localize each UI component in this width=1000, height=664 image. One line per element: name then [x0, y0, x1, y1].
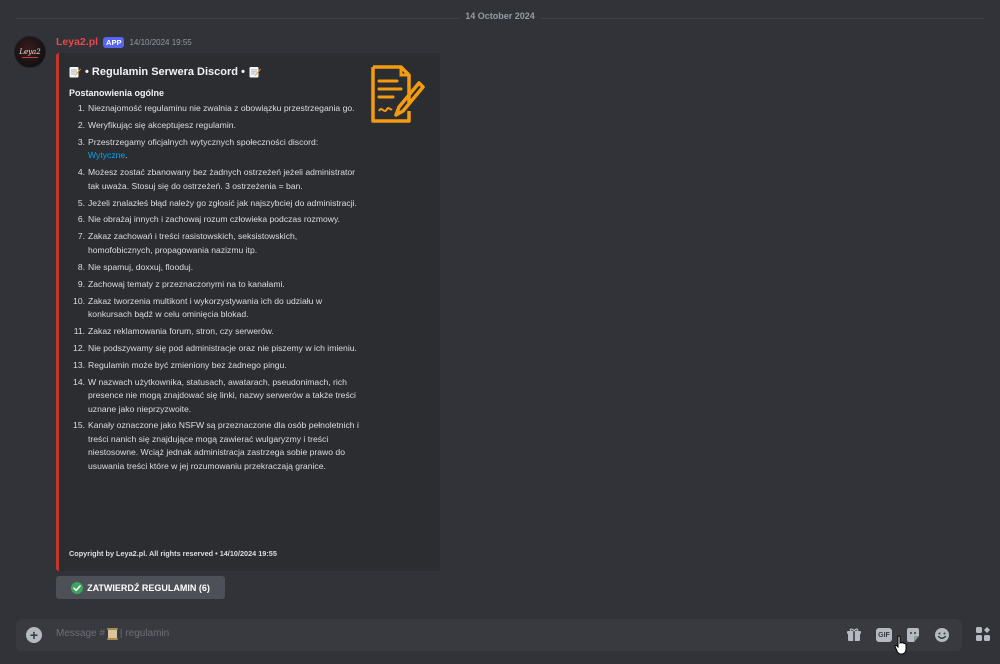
- message-timestamp: 14/10/2024 19:55: [129, 37, 192, 47]
- rule-item: 1. Nieznajomość regulaminu nie zwalnia z …: [69, 102, 359, 116]
- rule-number: 7.: [77, 231, 85, 242]
- rule-text-block: Weryfikując się akceptujesz regulamin.: [88, 119, 359, 133]
- rule-number: 10.: [73, 295, 85, 306]
- rules-embed: • Regulamin Serwera Discord • Postanowie…: [56, 53, 440, 571]
- rule-text: Zakaz reklamowania forum, stron, czy ser…: [88, 325, 274, 336]
- rule-number: 1.: [77, 103, 85, 113]
- rule-item: 12. Nie podszywamy się pod administracje …: [69, 342, 359, 356]
- rule-text: Nie obrażaj innych i zachowaj rozum czło…: [88, 214, 341, 225]
- emoji-icon[interactable]: [934, 627, 950, 643]
- rule-text: Jeżeli znalazłeś błąd należy go zgłosić …: [88, 197, 357, 208]
- rule-number: 11.: [73, 325, 85, 336]
- confirm-rules-label: ZATWIERDŹ REGULAMIN (6): [87, 582, 210, 593]
- check-icon: [71, 581, 84, 594]
- rule-text: Przestrzegamy oficjalnych wytycznych spo…: [88, 136, 319, 147]
- rule-item: 9. Zachowaj tematy z przeznaczonymi na to…: [69, 278, 359, 292]
- embed-title-text: • Regulamin Serwera Discord •: [85, 66, 245, 78]
- rule-text-block: Regulamin może być zmieniony bez żadnego…: [88, 359, 359, 373]
- memo-icon: [249, 67, 261, 78]
- rule-item: 8. Nie spamuj, doxxuj, flooduj.: [69, 261, 359, 275]
- embed-title: • Regulamin Serwera Discord •: [69, 66, 261, 78]
- message-input-channel: | regulamin: [119, 628, 170, 639]
- rule-item: 3. Przestrzegamy oficjalnych wytycznych s…: [69, 136, 359, 163]
- rule-item: 5. Jeżeli znalazłeś błąd należy go zgłosi…: [69, 197, 359, 211]
- rule-text-block: Kanały oznaczone jako NSFW są przeznaczo…: [88, 419, 359, 473]
- rule-text-block: Nie podszywamy się pod administracje ora…: [88, 342, 359, 356]
- rule-text-block: W nazwach użytkownika, statusach, awatar…: [88, 376, 359, 417]
- rule-text-block: Zakaz reklamowania forum, stron, czy ser…: [88, 325, 359, 339]
- memo-icon: [69, 67, 81, 78]
- rule-number: 3.: [77, 136, 85, 147]
- rule-text: Weryfikując się akceptujesz regulamin.: [88, 119, 236, 130]
- hand-cursor-icon: [894, 635, 907, 655]
- avatar[interactable]: Leya2: [14, 36, 46, 68]
- rule-text-block: Nieznajomość regulaminu nie zwalnia z ob…: [88, 102, 359, 116]
- rule-text: Nieznajomość regulaminu nie zwalnia z ob…: [88, 103, 355, 113]
- rule-item: 7. Zakaz zachowań i treści rasistowskich,…: [69, 230, 359, 257]
- embed-footer: Copyright by Leya2.pl. All rights reserv…: [69, 549, 277, 558]
- apps-icon[interactable]: [975, 626, 991, 642]
- rule-number: 5.: [77, 197, 85, 208]
- rule-text-suffix: .: [125, 150, 128, 161]
- rules-list: 1. Nieznajomość regulaminu nie zwalnia z …: [69, 102, 359, 477]
- rule-text-block: Jeżeli znalazłeś błąd należy go zgłosić …: [88, 197, 359, 211]
- rule-item: 11. Zakaz reklamowania forum, stron, czy …: [69, 325, 359, 339]
- message-header: Leya2.pl APP 14/10/2024 19:55: [56, 36, 192, 48]
- rule-item: 15. Kanały oznaczone jako NSFW są przezna…: [69, 419, 359, 473]
- rule-text-block: Zakaz zachowań i treści rasistowskich, s…: [88, 230, 359, 257]
- rule-number: 12.: [73, 342, 85, 353]
- scroll-icon: [106, 627, 118, 640]
- rule-text: Możesz zostać zbanowany bez żadnych ostr…: [88, 167, 356, 191]
- rule-text: W nazwach użytkownika, statusach, awatar…: [88, 376, 356, 414]
- rule-text-block: Możesz zostać zbanowany bez żadnych ostr…: [88, 166, 359, 193]
- rule-text-block: Zachowaj tematy z przeznaczonymi na to k…: [88, 278, 359, 292]
- rule-text: Zakaz zachowań i treści rasistowskich, s…: [88, 231, 298, 255]
- confirm-rules-button[interactable]: ZATWIERDŹ REGULAMIN (6): [56, 576, 225, 599]
- rule-item: 14. W nazwach użytkownika, statusach, awa…: [69, 376, 359, 417]
- rule-text: Nie podszywamy się pod administracje ora…: [88, 342, 357, 353]
- rule-text: Zachowaj tematy z przeznaczonymi na to k…: [88, 278, 285, 289]
- guidelines-link[interactable]: Wytyczne: [88, 150, 125, 160]
- rule-item: 13. Regulamin może być zmieniony bez żadn…: [69, 359, 359, 373]
- date-divider-label: 14 October 2024: [459, 11, 541, 21]
- message-input[interactable]: Message # | regulamin: [56, 627, 170, 640]
- rule-number: 4.: [77, 167, 85, 178]
- rule-number: 2.: [77, 119, 85, 130]
- rule-item: 4. Możesz zostać zbanowany bez żadnych os…: [69, 166, 359, 193]
- rule-item: 6. Nie obrażaj innych i zachowaj rozum cz…: [69, 213, 359, 227]
- rule-text-block: Nie obrażaj innych i zachowaj rozum czło…: [88, 213, 359, 227]
- rule-number: 8.: [77, 261, 85, 272]
- rule-text-block: Nie spamuj, doxxuj, flooduj.: [88, 261, 359, 275]
- embed-subtitle: Postanowienia ogólne: [69, 88, 165, 98]
- document-signature-icon[interactable]: [369, 63, 425, 125]
- rule-item: 10. Zakaz tworzenia multikont i wykorzyst…: [69, 295, 359, 322]
- plus-icon[interactable]: +: [26, 627, 42, 643]
- gif-icon[interactable]: GIF: [876, 628, 892, 642]
- rule-number: 14.: [73, 376, 85, 387]
- rule-text-block: Przestrzegamy oficjalnych wytycznych spo…: [88, 136, 359, 163]
- gift-icon[interactable]: [846, 627, 862, 643]
- message-composer[interactable]: + Message # | regulamin GIF: [16, 619, 962, 651]
- avatar-logo-text: Leya2: [19, 48, 41, 56]
- rule-text: Zakaz tworzenia multikont i wykorzystywa…: [88, 295, 323, 320]
- app-badge: APP: [103, 36, 125, 48]
- rule-text: Kanały oznaczone jako NSFW są przeznaczo…: [88, 420, 359, 471]
- rule-number: 6.: [77, 214, 85, 225]
- rule-number: 13.: [73, 359, 85, 370]
- rule-number: 9.: [77, 278, 85, 289]
- rule-number: 15.: [73, 420, 85, 431]
- rule-text: Regulamin może być zmieniony bez żadnego…: [88, 359, 287, 370]
- date-divider: 14 October 2024: [16, 11, 984, 21]
- rule-text: Nie spamuj, doxxuj, flooduj.: [88, 261, 194, 272]
- message-input-prefix: Message #: [56, 628, 105, 639]
- rule-item: 2. Weryfikując się akceptujesz regulamin.: [69, 119, 359, 133]
- username[interactable]: Leya2.pl: [56, 36, 98, 48]
- rule-text-block: Zakaz tworzenia multikont i wykorzystywa…: [88, 295, 359, 322]
